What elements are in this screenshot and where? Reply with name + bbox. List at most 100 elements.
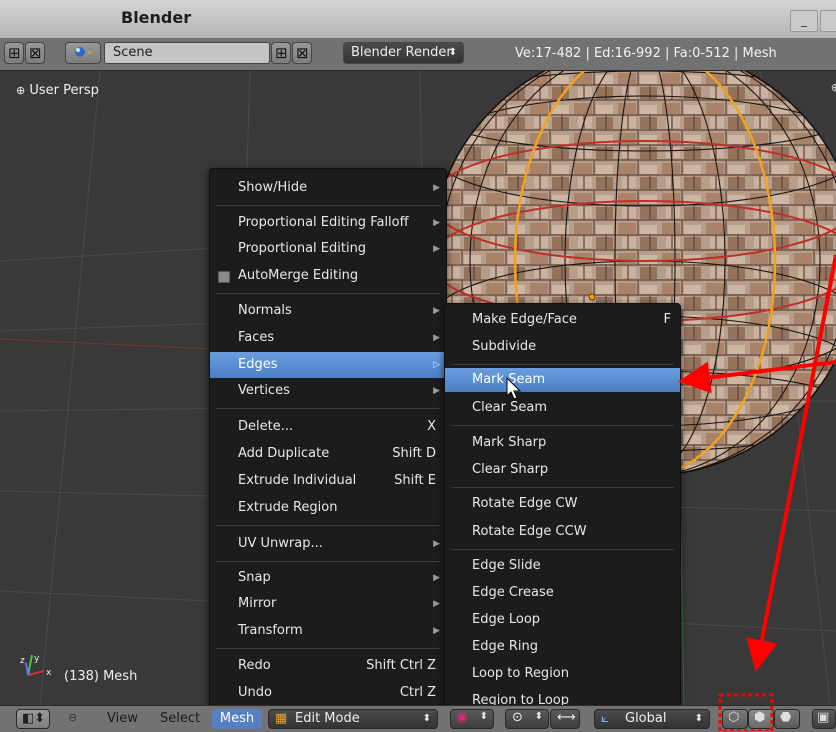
menu-separator <box>451 487 674 488</box>
menu-item-snap[interactable]: Snap ▶ <box>210 565 446 591</box>
scene-name-field[interactable]: Scene <box>104 42 270 64</box>
close-icon: ⊠ <box>296 44 309 62</box>
edges-submenu: Make Edge/Face F Subdivide Mark Seam Cle… <box>444 303 681 707</box>
remove-scene-button[interactable]: ⊠ <box>292 42 312 64</box>
menu-item-edge-loop[interactable]: Edge Loop <box>445 607 680 633</box>
manipulator-toggle[interactable]: ⟷ <box>550 709 580 729</box>
chevron-updown-icon: ⬍ <box>479 711 488 722</box>
mesh-menu: Show/Hide ▶ Proportional Editing Falloff… <box>209 168 447 710</box>
submenu-arrow-icon: ▶ <box>433 599 440 609</box>
automerge-checkbox[interactable] <box>218 271 230 283</box>
edge-select-icon: ⬢ <box>754 710 766 725</box>
pivot-icon: ⊙ <box>512 710 523 725</box>
transform-orientation-select[interactable]: ⟀ Global ⬍ <box>594 709 710 729</box>
menu-item-clear-seam[interactable]: Clear Seam <box>445 395 680 421</box>
menu-separator <box>216 648 440 649</box>
plus-icon[interactable]: ⊕ <box>16 84 25 97</box>
3d-view-header: ◧⬍ ⊖ View Select Mesh ▦ Edit Mode ⬍ ◉ ⬍ … <box>0 705 836 732</box>
menu-item-show-hide[interactable]: Show/Hide ▶ <box>210 175 446 201</box>
menu-item-rotate-edge-cw[interactable]: Rotate Edge CW <box>445 491 680 517</box>
menu-item-redo[interactable]: Redo Shift Ctrl Z <box>210 653 446 679</box>
menu-item-extrude-region[interactable]: Extrude Region <box>210 495 446 521</box>
menu-item-undo[interactable]: Undo Ctrl Z <box>210 680 446 706</box>
submenu-arrow-icon: ▶ <box>433 573 440 583</box>
select-menu[interactable]: Select <box>160 711 200 726</box>
plus-icon: ⊞ <box>8 44 21 62</box>
menu-item-normals[interactable]: Normals ▶ <box>210 298 446 324</box>
menu-item-delete[interactable]: Delete... X <box>210 414 446 440</box>
edge-select-mode-button[interactable]: ⬢ <box>748 709 774 729</box>
menu-separator <box>216 525 440 526</box>
axis-label-x: x <box>46 668 52 678</box>
shading-icon: ◉ <box>456 710 468 725</box>
menu-item-uv-unwrap[interactable]: UV Unwrap... ▶ <box>210 531 446 557</box>
remove-screen-button[interactable]: ⊠ <box>25 42 45 64</box>
menu-item-extrude-individual[interactable]: Extrude Individual Shift E <box>210 468 446 494</box>
minimize-button[interactable]: _ <box>790 10 818 32</box>
viewport-shading-select[interactable]: ◉ ⬍ <box>450 709 494 729</box>
submenu-arrow-icon: ▶ <box>433 333 440 343</box>
add-scene-button[interactable]: ⊞ <box>271 42 291 64</box>
vertex-select-icon: ⬡ <box>728 710 740 725</box>
menu-item-vertices[interactable]: Vertices ▶ <box>210 378 446 404</box>
occlude-icon: ▣ <box>817 710 830 725</box>
menu-separator <box>451 549 674 550</box>
view-label: ⊕ User Persp <box>16 83 99 98</box>
menu-separator <box>451 364 674 365</box>
menu-item-faces[interactable]: Faces ▶ <box>210 325 446 351</box>
orientation-icon: ⟀ <box>601 711 609 726</box>
menu-item-proportional-editing[interactable]: Proportional Editing ▶ <box>210 236 446 262</box>
maximize-button[interactable] <box>820 10 836 32</box>
add-screen-button[interactable]: ⊞ <box>4 42 24 64</box>
menu-item-transform[interactable]: Transform ▶ <box>210 618 446 644</box>
header-collapse-icon[interactable]: ⊖ <box>68 711 77 724</box>
menu-item-edge-slide[interactable]: Edge Slide <box>445 553 680 579</box>
menu-separator <box>216 205 440 206</box>
menu-item-automerge-editing[interactable]: AutoMerge Editing <box>210 263 446 289</box>
close-icon: ⊠ <box>29 44 42 62</box>
menu-item-edge-crease[interactable]: Edge Crease <box>445 580 680 606</box>
properties-toggle-icon[interactable]: ⊕ <box>831 81 836 94</box>
menu-item-edge-ring[interactable]: Edge Ring <box>445 634 680 660</box>
menu-item-mirror[interactable]: Mirror ▶ <box>210 591 446 617</box>
pivot-point-select[interactable]: ⊙ ⬍ <box>505 709 549 729</box>
occlude-geometry-button[interactable]: ▣ <box>812 709 836 729</box>
render-engine-select[interactable]: Blender Render ⬍ <box>343 42 464 64</box>
mode-select[interactable]: ▦ Edit Mode ⬍ <box>268 709 438 729</box>
menu-item-make-edge-face[interactable]: Make Edge/Face F <box>445 307 680 333</box>
submenu-arrow-icon: ▷ <box>433 360 440 370</box>
menu-item-add-duplicate[interactable]: Add Duplicate Shift D <box>210 441 446 467</box>
submenu-arrow-icon: ▶ <box>433 244 440 254</box>
submenu-arrow-icon: ▶ <box>433 218 440 228</box>
menu-item-proportional-editing-falloff[interactable]: Proportional Editing Falloff ▶ <box>210 210 446 236</box>
submenu-arrow-icon: ▶ <box>433 626 440 636</box>
menu-item-subdivide[interactable]: Subdivide <box>445 334 680 360</box>
scene-selector-button[interactable] <box>65 42 101 64</box>
view-menu[interactable]: View <box>107 711 138 726</box>
menu-item-clear-sharp[interactable]: Clear Sharp <box>445 457 680 483</box>
menu-separator <box>216 293 440 294</box>
menu-item-region-to-loop[interactable]: Region to Loop <box>445 688 680 706</box>
edit-mode-icon: ▦ <box>275 711 288 726</box>
vertex-select-mode-button[interactable]: ⬡ <box>722 709 748 729</box>
editor-type-button[interactable]: ◧⬍ <box>16 709 50 729</box>
face-select-mode-button[interactable]: ⬣ <box>774 709 800 729</box>
app-title: Blender <box>121 8 192 27</box>
info-header: ⊞ ⊠ Scene ⊞ ⊠ Blender Render ⬍ Ve:17-482… <box>0 38 836 71</box>
menu-item-mark-seam[interactable]: Mark Seam <box>445 368 680 392</box>
menu-item-rotate-edge-ccw[interactable]: Rotate Edge CCW <box>445 519 680 545</box>
scene-icon <box>75 47 92 57</box>
title-bar: Blender _ <box>0 0 836 38</box>
axis-label-y: y <box>34 654 40 664</box>
object-label: (138) Mesh <box>64 669 138 684</box>
menu-item-mark-sharp[interactable]: Mark Sharp <box>445 430 680 456</box>
viewport-type-icon: ◧⬍ <box>22 711 46 726</box>
mesh-menu-button[interactable]: Mesh <box>212 709 262 729</box>
menu-separator <box>216 408 440 409</box>
submenu-arrow-icon: ▶ <box>433 306 440 316</box>
object-origin <box>588 293 596 301</box>
render-engine-label: Blender Render <box>351 45 452 60</box>
menu-item-edges[interactable]: Edges ▷ <box>210 352 446 378</box>
menu-item-loop-to-region[interactable]: Loop to Region <box>445 661 680 687</box>
submenu-arrow-icon: ▶ <box>433 183 440 193</box>
